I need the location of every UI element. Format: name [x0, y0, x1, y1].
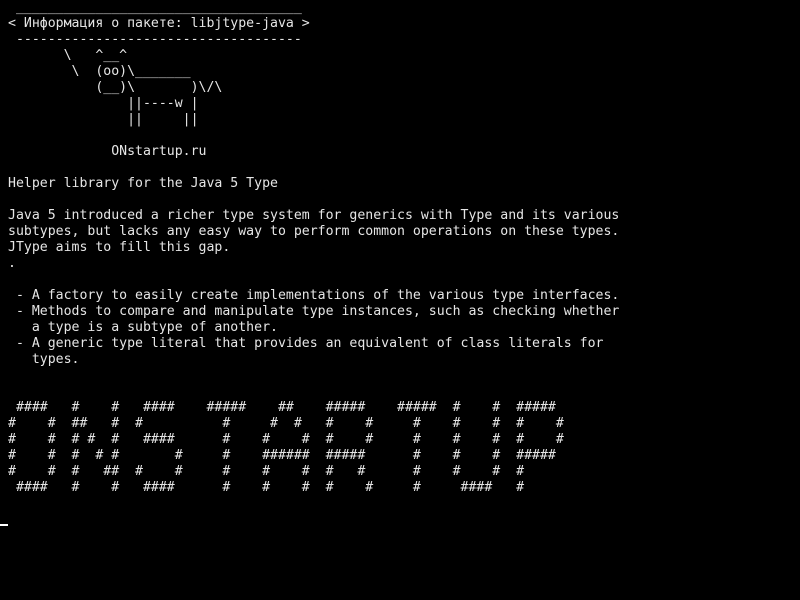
terminal-line: types. [8, 352, 80, 367]
terminal-line: - Methods to compare and manipulate type… [8, 304, 620, 319]
terminal-line: Java 5 introduced a richer type system f… [8, 208, 620, 223]
terminal-line: ||----w | [8, 96, 199, 111]
terminal-line: \ (oo)\_______ [8, 64, 191, 79]
terminal-line: ONstartup.ru [8, 144, 207, 159]
ascii-banner-line: # # # # # # # ###### ##### # # # ##### [8, 448, 556, 463]
text-cursor [0, 524, 8, 526]
terminal-line: Helper library for the Java 5 Type [8, 176, 278, 191]
ascii-banner-line: #### # # #### # # # # # # #### # [8, 480, 525, 495]
terminal-line: . [8, 256, 16, 271]
terminal-line: JType aims to fill this gap. [8, 240, 231, 255]
terminal-line: subtypes, but lacks any easy way to perf… [8, 224, 620, 239]
terminal-line: - A factory to easily create implementat… [8, 288, 620, 303]
terminal-line: || || [8, 112, 199, 127]
terminal-line: - A generic type literal that provides a… [8, 336, 604, 351]
terminal-line: ____________________________________ [8, 0, 302, 15]
ascii-banner-line: #### # # #### ##### ## ##### ##### # # #… [8, 400, 556, 415]
terminal-line: a type is a subtype of another. [8, 320, 278, 335]
terminal-line: \ ^__^ [8, 48, 128, 63]
terminal-line: ------------------------------------ [8, 32, 302, 47]
terminal-window[interactable]: ____________________________________ < И… [0, 0, 800, 600]
ascii-banner-line: # # ## # # # # # # # # # # # # [8, 416, 564, 431]
terminal-line: < Информация о пакете: libjtype-java > [8, 16, 310, 31]
ascii-banner-line: # # # ## # # # # # # # # # # # [8, 464, 525, 479]
ascii-banner-line: # # # # # #### # # # # # # # # # # [8, 432, 564, 447]
terminal-line: (__)\ )\/\ [8, 80, 223, 95]
